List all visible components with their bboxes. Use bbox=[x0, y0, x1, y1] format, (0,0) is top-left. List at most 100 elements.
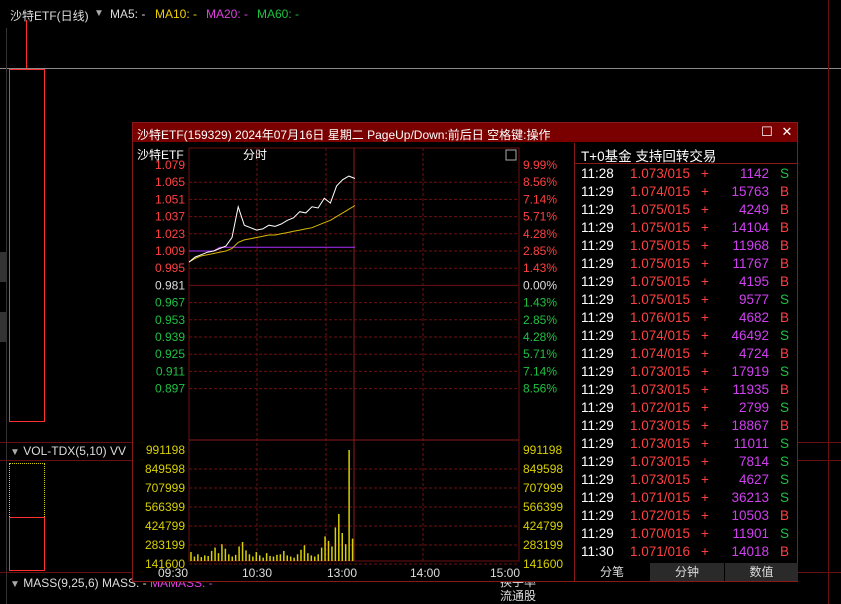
trade-side: B bbox=[780, 508, 790, 523]
trade-row[interactable]: 11:29 1.076/015 +4682 B bbox=[575, 309, 798, 327]
chevron-down-icon[interactable]: ▼ bbox=[94, 8, 104, 19]
tab-ticks[interactable]: 分笔 bbox=[575, 563, 649, 581]
chevron-down-icon[interactable]: ▼ bbox=[10, 447, 20, 458]
trade-row[interactable]: 11:29 1.073/015 +17919 S bbox=[575, 363, 798, 381]
trade-row[interactable]: 11:29 1.074/015 +4724 B bbox=[575, 345, 798, 363]
trade-row[interactable]: 11:29 1.075/015 +9577 S bbox=[575, 291, 798, 309]
trade-price: 1.070/015 bbox=[630, 526, 691, 541]
percent-tick-label: 2.85% bbox=[523, 313, 557, 327]
trade-time: 11:29 bbox=[581, 184, 614, 199]
volume-indicator-header: ▼ VOL-TDX(5,10) VV bbox=[10, 444, 126, 458]
trade-row[interactable]: 11:29 1.075/015 +11767 B bbox=[575, 255, 798, 273]
trade-volume: 7814 bbox=[738, 454, 769, 469]
trade-price: 1.075/015 bbox=[630, 238, 691, 253]
trade-row[interactable]: 11:29 1.074/015 +15763 B bbox=[575, 183, 798, 201]
trade-price: 1.075/015 bbox=[630, 292, 691, 307]
trade-row[interactable]: 11:29 1.073/015 +18867 B bbox=[575, 417, 798, 435]
trade-time: 11:29 bbox=[581, 364, 614, 379]
mass-indicator-label: MASS(9,25,6) bbox=[23, 576, 99, 590]
trade-volume: 1142 bbox=[739, 166, 769, 181]
trade-side: B bbox=[780, 238, 790, 253]
price-tick-label: 0.925 bbox=[155, 347, 185, 361]
trade-side: B bbox=[780, 184, 790, 199]
trade-price: 1.075/015 bbox=[630, 256, 691, 271]
volume-tick-label-right: 566399 bbox=[523, 500, 563, 514]
trade-row[interactable]: 11:28 1.073/015 +1142 S bbox=[575, 165, 798, 183]
tab-minutes[interactable]: 分钟 bbox=[650, 563, 724, 581]
trade-row[interactable]: 11:30 1.071/016 +14018 B bbox=[575, 543, 798, 561]
trade-time: 11:29 bbox=[581, 382, 614, 397]
trade-row[interactable]: 11:29 1.073/015 +4627 S bbox=[575, 471, 798, 489]
close-icon[interactable]: ✕ bbox=[779, 124, 795, 140]
trade-row[interactable]: 11:29 1.072/015 +10503 B bbox=[575, 507, 798, 525]
trade-volume: 11011 bbox=[733, 436, 769, 451]
trade-row[interactable]: 11:29 1.075/015 +14104 B bbox=[575, 219, 798, 237]
ma20-label: MA20: - bbox=[206, 7, 249, 21]
trade-time: 11:29 bbox=[581, 346, 614, 361]
volume-tick-label: 707999 bbox=[145, 481, 185, 495]
trade-volume: 4682 bbox=[738, 310, 769, 325]
trade-price: 1.072/015 bbox=[630, 400, 691, 415]
price-tick-label: 0.967 bbox=[155, 296, 185, 310]
price-tick-label: 1.009 bbox=[155, 244, 185, 258]
trade-time: 11:29 bbox=[581, 508, 614, 523]
trade-volume: 36213 bbox=[731, 490, 769, 505]
trade-side: B bbox=[780, 346, 790, 361]
trade-side: B bbox=[780, 382, 790, 397]
trade-side: S bbox=[780, 472, 790, 487]
price-tick-label: 0.911 bbox=[156, 364, 185, 378]
maximize-icon[interactable]: ☐ bbox=[759, 124, 775, 140]
price-tick-label: 0.939 bbox=[155, 330, 185, 344]
trades-tabs: 分笔 分钟 数值 bbox=[575, 563, 798, 581]
trade-volume: 4627 bbox=[738, 472, 769, 487]
trade-time: 11:29 bbox=[581, 274, 614, 289]
collapse-left-icon[interactable] bbox=[0, 252, 6, 282]
trade-row[interactable]: 11:29 1.073/015 +11935 B bbox=[575, 381, 798, 399]
trade-time: 11:29 bbox=[581, 436, 614, 451]
trade-row[interactable]: 11:29 1.072/015 +2799 S bbox=[575, 399, 798, 417]
trade-side: S bbox=[780, 436, 790, 451]
trade-row[interactable]: 11:29 1.075/015 +4249 B bbox=[575, 201, 798, 219]
time-tick-label: 10:30 bbox=[242, 566, 272, 580]
trade-side: B bbox=[780, 274, 790, 289]
trade-price: 1.074/015 bbox=[630, 346, 691, 361]
trade-row[interactable]: 11:29 1.075/015 +11968 B bbox=[575, 237, 798, 255]
tab-values[interactable]: 数值 bbox=[725, 563, 798, 581]
collapse-left-icon[interactable] bbox=[0, 312, 6, 342]
chevron-down-icon[interactable]: ▼ bbox=[10, 579, 20, 590]
time-tick-label: 09:30 bbox=[158, 566, 188, 580]
trade-price: 1.073/015 bbox=[630, 436, 691, 451]
trade-price: 1.073/015 bbox=[630, 382, 691, 397]
time-tick-label: 14:00 bbox=[410, 566, 440, 580]
price-tick-label: 1.079 bbox=[155, 158, 185, 172]
percent-tick-label: 1.43% bbox=[523, 296, 557, 310]
trade-row[interactable]: 11:29 1.070/015 +11901 S bbox=[575, 525, 798, 543]
trade-side: B bbox=[780, 220, 790, 235]
trade-volume: 9577 bbox=[738, 292, 769, 307]
trade-price: 1.073/015 bbox=[630, 364, 691, 379]
intraday-chart[interactable]: 沙特ETF 分时 1.079 9.99% 1.065 8.56% 1.051 7.14% 1.0… bbox=[133, 143, 573, 581]
trade-row[interactable]: 11:29 1.073/015 +7814 S bbox=[575, 453, 798, 471]
trade-price: 1.073/015 bbox=[630, 418, 691, 433]
trade-price: 1.072/015 bbox=[630, 508, 691, 523]
panel-toggle-icon bbox=[505, 149, 517, 161]
daily-candle[interactable] bbox=[9, 69, 45, 422]
trade-row[interactable]: 11:29 1.074/015 +46492 S bbox=[575, 327, 798, 345]
popup-titlebar[interactable]: 沙特ETF(159329) 2024年07月16日 星期二 PageUp/Dow… bbox=[133, 123, 797, 142]
main-chart-header: 沙特ETF(日线) ▼ MA5: - MA10: - MA20: - MA60:… bbox=[0, 0, 841, 28]
trade-side: S bbox=[780, 400, 790, 415]
percent-tick-label: 2.85% bbox=[523, 244, 557, 258]
price-tick-label: 0.981 bbox=[155, 278, 185, 292]
main-chart-title: 沙特ETF(日线) bbox=[10, 9, 89, 23]
trade-volume: 11767 bbox=[732, 256, 769, 271]
divider bbox=[828, 0, 829, 604]
trade-time: 11:29 bbox=[581, 292, 614, 307]
trade-time: 11:29 bbox=[581, 220, 614, 235]
trade-row[interactable]: 11:29 1.071/015 +36213 S bbox=[575, 489, 798, 507]
volume-indicator-suffix: VV bbox=[109, 444, 126, 458]
trade-side: B bbox=[780, 418, 790, 433]
price-tick-label: 1.023 bbox=[155, 227, 185, 241]
trade-row[interactable]: 11:29 1.075/015 +4195 B bbox=[575, 273, 798, 291]
trade-row[interactable]: 11:29 1.073/015 +11011 S bbox=[575, 435, 798, 453]
trade-time: 11:29 bbox=[581, 472, 614, 487]
